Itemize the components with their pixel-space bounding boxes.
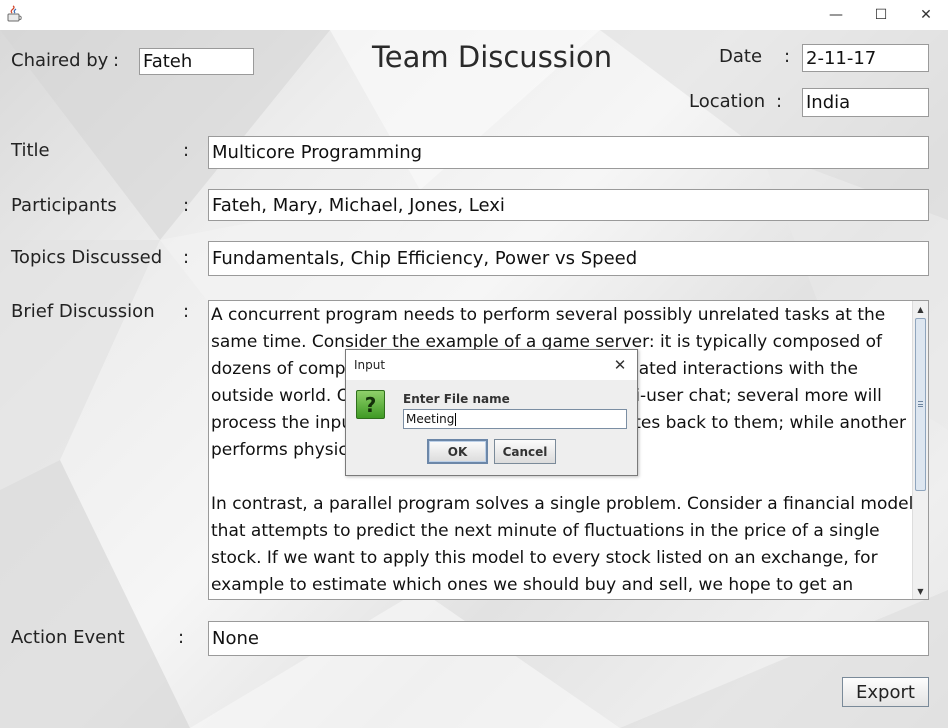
action-event-colon: :: [178, 627, 185, 648]
topics-colon: :: [183, 247, 190, 268]
file-name-value: Meeting: [406, 412, 455, 426]
title-colon: :: [183, 140, 190, 161]
title-label: Title: [11, 140, 50, 161]
page-title: Team Discussion: [372, 40, 613, 74]
java-app-icon: [7, 5, 22, 22]
text-caret: [455, 412, 457, 426]
ok-button[interactable]: OK: [427, 439, 488, 464]
action-event-field[interactable]: None: [208, 621, 929, 656]
action-event-label: Action Event: [11, 627, 125, 648]
date-colon: :: [784, 46, 791, 67]
topics-label: Topics Discussed: [11, 247, 163, 268]
brief-discussion-colon: :: [183, 301, 190, 322]
brief-discussion-label: Brief Discussion: [11, 301, 155, 322]
close-window-button[interactable]: ✕: [903, 0, 948, 30]
location-colon: :: [776, 91, 783, 112]
date-field[interactable]: 2-11-17: [802, 44, 929, 72]
scrollbar-thumb[interactable]: [915, 318, 926, 491]
text-line: In contrast, a parallel program solves a…: [211, 494, 914, 514]
chaired-by-colon: :: [113, 50, 120, 71]
paragraph-2: In contrast, a parallel program solves a…: [211, 491, 914, 599]
title-field[interactable]: Multicore Programming: [208, 136, 929, 169]
chaired-by-field[interactable]: Fateh: [139, 48, 254, 75]
minimize-button[interactable]: —: [813, 0, 859, 30]
participants-field[interactable]: Fateh, Mary, Michael, Jones, Lexi: [208, 189, 929, 221]
participants-colon: :: [183, 195, 190, 216]
location-field[interactable]: India: [802, 88, 929, 117]
location-label: Location: [689, 91, 766, 112]
chaired-by-label: Chaired by: [11, 50, 109, 71]
input-dialog: Input ✕ ? Enter File name Meeting OK Can…: [345, 349, 638, 476]
text-line: stock. If we want to apply this model to…: [211, 548, 878, 568]
dialog-close-icon[interactable]: ✕: [608, 354, 632, 376]
text-line: that attempts to predict the next minute…: [211, 521, 880, 541]
grip-icon: [918, 401, 923, 407]
export-button[interactable]: Export: [842, 677, 929, 707]
maximize-button[interactable]: ☐: [858, 0, 904, 30]
dialog-title: Input: [354, 358, 386, 372]
scroll-up-arrow-icon[interactable]: ▲: [913, 301, 928, 317]
question-icon: ?: [356, 390, 385, 419]
file-name-input[interactable]: Meeting: [403, 409, 627, 429]
text-line: example to estimate which ones we should…: [211, 575, 854, 595]
dialog-prompt: Enter File name: [403, 392, 510, 406]
window-titlebar: — ☐ ✕: [0, 0, 948, 30]
topics-field[interactable]: Fundamentals, Chip Efficiency, Power vs …: [208, 241, 929, 276]
scroll-down-arrow-icon[interactable]: ▼: [913, 583, 928, 599]
date-label: Date: [719, 46, 763, 67]
vertical-scrollbar[interactable]: ▲ ▼: [912, 301, 928, 599]
cancel-button[interactable]: Cancel: [494, 439, 556, 464]
participants-label: Participants: [11, 195, 117, 216]
text-line: A concurrent program needs to perform se…: [211, 305, 886, 325]
dialog-titlebar: Input ✕: [346, 350, 637, 380]
